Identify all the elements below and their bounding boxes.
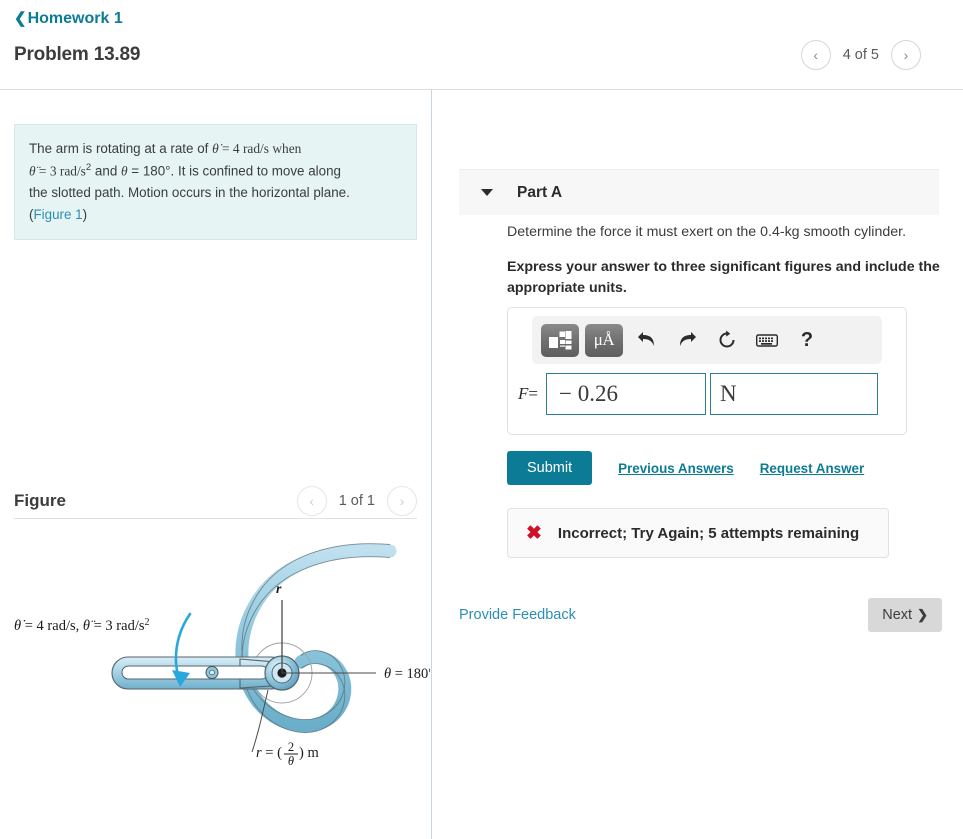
figure-pager-label: 1 of 1	[338, 493, 375, 509]
figure-diagram[interactable]: θ̇ = 4 rad/s, θ̈ = 3 rad/s2 r θ = 180° r…	[0, 530, 434, 830]
question-instruction: Express your answer to three significant…	[507, 259, 940, 296]
math-template-button[interactable]	[541, 323, 579, 357]
submit-button[interactable]: Submit	[507, 451, 593, 485]
help-button[interactable]: ?	[789, 324, 825, 357]
part-a-header[interactable]: Part A	[459, 169, 939, 215]
chevron-left-icon: ‹	[813, 47, 819, 63]
undo-icon	[638, 332, 654, 346]
problem-statement: The arm is rotating at a rate of θ̇ = 4 …	[14, 124, 417, 241]
footer-row: Provide Feedback Next ❯	[459, 598, 942, 632]
svg-text:) m: ) m	[299, 745, 319, 761]
next-figure-button[interactable]: ›	[387, 486, 417, 516]
chevron-left-icon: ‹	[309, 493, 315, 509]
keyboard-button[interactable]	[749, 324, 785, 357]
chevron-right-icon: ❯	[917, 607, 928, 622]
reset-icon	[719, 330, 735, 348]
previous-answers-link[interactable]: Previous Answers	[618, 461, 734, 476]
statement-text-1: The arm is rotating at a rate of	[29, 141, 213, 156]
next-problem-button[interactable]: ›	[891, 40, 921, 70]
svg-text:r = (: r = (	[256, 745, 282, 761]
paren-close: )	[82, 206, 88, 222]
units-icon-label: μÅ	[593, 330, 615, 349]
rates-label: θ̇ = 4 rad/s, θ̈ = 3 rad/s2	[14, 617, 150, 634]
answer-row: F= − 0.26 N	[518, 373, 878, 415]
spiral-path-band	[235, 543, 397, 733]
statement-text-6: the slotted path. Motion occurs in the h…	[29, 184, 350, 200]
figure-header: Figure ‹ 1 of 1 ›	[14, 486, 417, 516]
redo-button[interactable]	[669, 324, 705, 357]
figure-title: Figure	[14, 491, 66, 510]
answer-unit-input[interactable]: N	[709, 373, 878, 415]
back-to-homework-link[interactable]: ❮ Homework 1	[14, 9, 123, 27]
right-panel: Part A Determine the force it must exert…	[432, 90, 963, 839]
answer-value-text: − 0.26	[558, 381, 618, 406]
answer-toolbar: μÅ ?	[532, 316, 882, 364]
part-a-body: Determine the force it must exert on the…	[507, 222, 963, 298]
chevron-left-icon: ❮	[14, 10, 27, 27]
theta-value-label: θ = 180°	[384, 666, 430, 682]
problem-pager-label: 4 of 5	[842, 47, 879, 63]
submit-row: Submit Previous Answers Request Answer	[507, 451, 864, 485]
statement-text-2: = 4 rad/s when	[218, 141, 302, 156]
next-button[interactable]: Next ❯	[868, 598, 942, 632]
theta-dot-symbol: θ̇	[212, 141, 219, 156]
x-mark-icon: ✖	[526, 522, 542, 544]
topbar: ❮ Homework 1	[0, 0, 963, 28]
answer-value-input[interactable]: − 0.26	[545, 373, 706, 415]
svg-text:2: 2	[288, 740, 294, 754]
cylinder-highlight	[209, 669, 215, 676]
r-equation-label: r = ( 2 θ ) m	[256, 740, 319, 768]
statement-text-5: = 180°. It is confined to move along	[127, 163, 341, 179]
caret-down-icon[interactable]	[481, 189, 493, 196]
theta-ddot-symbol: θ̈	[29, 163, 36, 179]
request-answer-link[interactable]: Request Answer	[760, 461, 864, 476]
answer-widget: μÅ ? F= − 0.26 N	[507, 307, 907, 435]
svg-text:θ: θ	[288, 754, 294, 768]
reset-button[interactable]	[709, 324, 745, 357]
feedback-message: Incorrect; Try Again; 5 attempts remaini…	[557, 524, 860, 542]
next-button-label: Next	[882, 607, 913, 623]
back-link-label: Homework 1	[27, 9, 123, 27]
answer-variable-label: F=	[518, 384, 538, 404]
left-panel: The arm is rotating at a rate of θ̇ = 4 …	[0, 90, 434, 839]
feedback-banner: ✖ Incorrect; Try Again; 5 attempts remai…	[507, 508, 889, 558]
problem-page: ❮ Homework 1 Problem 13.89 ‹ 4 of 5 › Th…	[0, 0, 963, 839]
figure-pager: ‹ 1 of 1 ›	[296, 486, 417, 516]
mechanism-svg: θ̇ = 4 rad/s, θ̈ = 3 rad/s2 r θ = 180° r…	[14, 543, 434, 768]
part-a-label: Part A	[517, 183, 563, 201]
units-button[interactable]: μÅ	[585, 323, 623, 357]
question-text: Determine the force it must exert on the…	[507, 224, 907, 240]
provide-feedback-link[interactable]: Provide Feedback	[459, 607, 576, 623]
theta-symbol: θ	[121, 163, 128, 179]
statement-text-4: and	[91, 163, 121, 179]
keyboard-icon	[756, 333, 778, 347]
content-body: The arm is rotating at a rate of θ̇ = 4 …	[0, 90, 963, 839]
variable-f: F	[518, 384, 529, 403]
spiral-path-outline-outer	[241, 543, 391, 720]
equals-sign: =	[528, 384, 538, 403]
math-template-icon	[549, 330, 572, 349]
answer-unit-text: N	[719, 381, 737, 406]
chevron-right-icon: ›	[903, 47, 909, 63]
help-icon: ?	[800, 328, 814, 351]
title-row: Problem 13.89 ‹ 4 of 5 ›	[0, 28, 963, 70]
r-axis-label: r	[276, 582, 282, 597]
redo-icon	[680, 332, 696, 346]
figure-1-link[interactable]: Figure 1	[33, 207, 82, 222]
figure-divider	[14, 518, 417, 519]
undo-button[interactable]	[629, 324, 665, 357]
prev-problem-button[interactable]: ‹	[800, 40, 831, 70]
statement-text-3: = 3 rad/s	[35, 163, 86, 179]
arm-slot	[121, 665, 269, 680]
chevron-right-icon: ›	[399, 493, 405, 509]
prev-figure-button[interactable]: ‹	[296, 486, 327, 516]
page-title: Problem 13.89	[14, 44, 141, 65]
problem-pager: ‹ 4 of 5 ›	[800, 40, 949, 70]
